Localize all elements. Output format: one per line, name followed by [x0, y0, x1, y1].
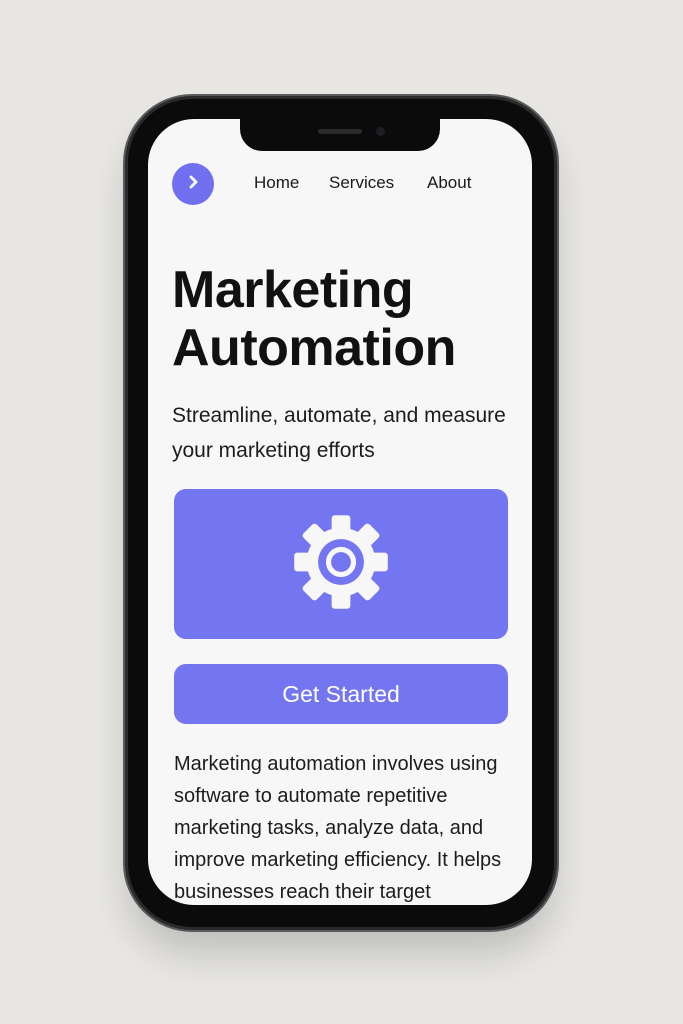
nav-link-about[interactable]: About	[427, 173, 471, 193]
front-camera	[376, 127, 385, 136]
speaker-grille	[318, 129, 362, 134]
description-paragraph: Marketing automation involves using soft…	[174, 753, 502, 903]
nav-link-home[interactable]: Home	[254, 173, 299, 193]
nav-link-services[interactable]: Services	[329, 173, 394, 193]
gear-icon	[289, 510, 393, 619]
page-title-line-1: Marketing	[172, 261, 414, 319]
phone-notch	[240, 119, 440, 151]
get-started-button[interactable]: Get Started	[174, 664, 508, 724]
phone-screen: Home Services About Marketing Automation…	[148, 119, 532, 905]
top-nav: Home Services About	[172, 161, 512, 205]
phone-frame: Home Services About Marketing Automation…	[128, 99, 554, 927]
page-title-line-2: Automation	[172, 319, 456, 377]
page-subtitle: Streamline, automate, and measure your m…	[172, 404, 506, 462]
chevron-right-icon	[184, 173, 202, 196]
page-title: Marketing Automation	[172, 261, 512, 377]
nav-logo-button[interactable]	[172, 163, 214, 205]
device-power-button	[555, 310, 559, 406]
hero-illustration-card	[174, 489, 508, 639]
